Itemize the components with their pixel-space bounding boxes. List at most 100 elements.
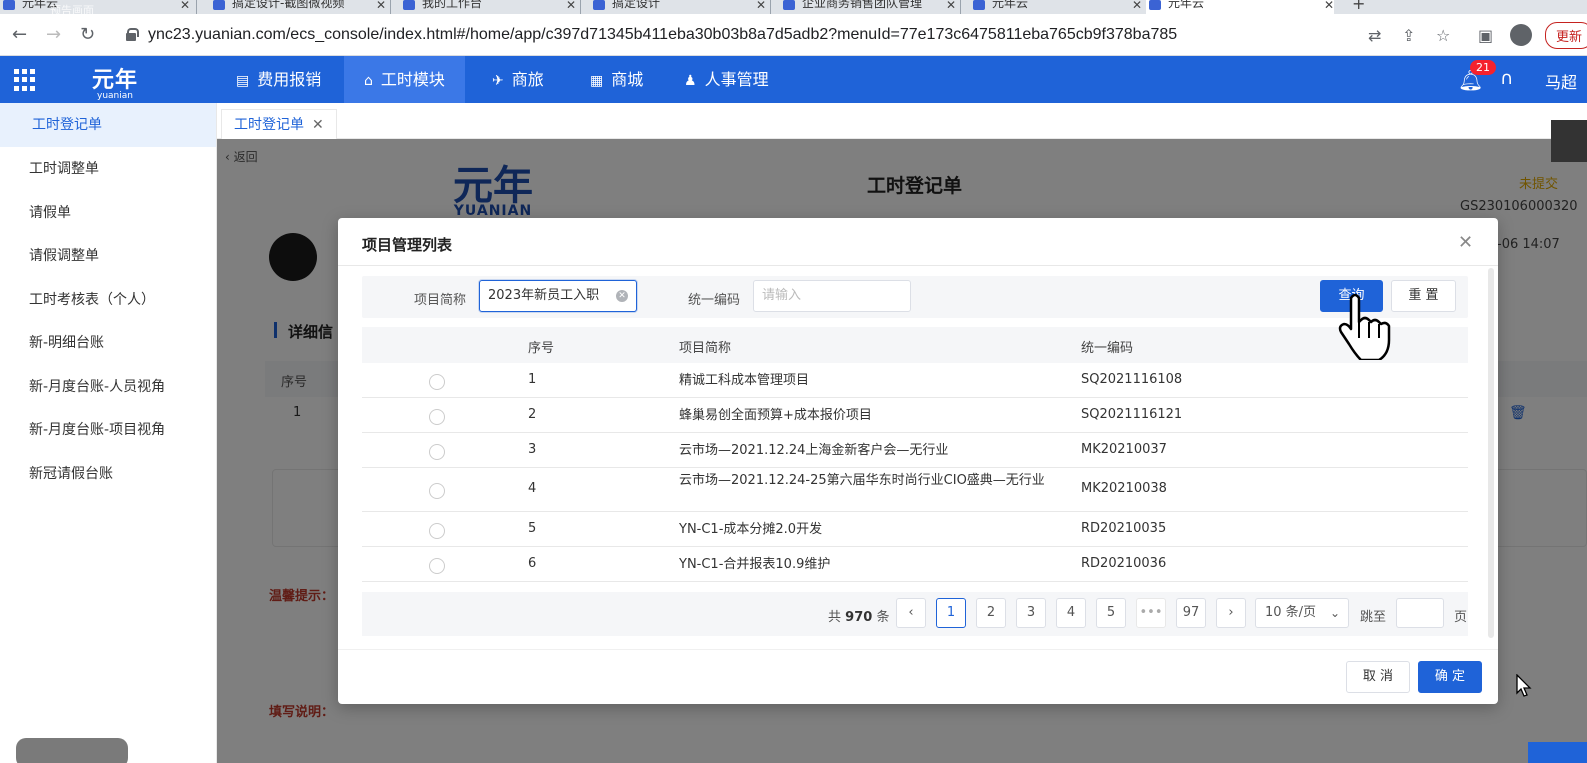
side-handle[interactable] [1551,120,1587,162]
update-button[interactable]: 更新 [1545,22,1587,49]
page-size-select[interactable]: 10 条/页 ⌄ [1255,598,1349,628]
table-row[interactable]: 3 云市场—2021.12.24上海金新客户会—无行业 MK20210037 [362,433,1468,468]
module-tab-hr[interactable]: ♟ 人事管理 [664,56,789,103]
pagination: 共 970 条 ‹ 1 2 3 4 5 ••• 97 › 10 条/页 ⌄ 跳至 … [362,592,1468,636]
sidebar-item-detail-ledger[interactable]: 新-明细台账 [0,321,216,365]
browser-tab[interactable]: 元年云 ✕ [970,0,1142,14]
table-row[interactable]: 4 云市场—2021.12.24-25第六届华东时尚行业CIO盛典—无行业 MK… [362,468,1468,512]
sidebar-item-leave[interactable]: 请假单 [0,191,216,235]
new-tab-icon[interactable]: + [1352,0,1365,13]
module-tab-timesheet[interactable]: ⌂ 工时模块 [344,56,465,103]
bookmark-star-icon[interactable]: ☆ [1436,26,1450,45]
translate-icon[interactable]: ⇄ [1368,26,1381,45]
jump-page-input[interactable] [1396,598,1444,628]
browser-tab[interactable]: 元年云 ✕ [0,0,190,14]
scrollbar[interactable] [1488,268,1494,638]
bottom-action[interactable] [1528,742,1587,763]
sidebar-item-covid-leave[interactable]: 新冠请假台账 [0,452,216,496]
headset-icon[interactable]: ∩ [1500,68,1513,89]
browser-tab[interactable]: 搞定设计 ✕ [590,0,766,14]
sidebar-item-monthly-person[interactable]: 新-月度台账-人员视角 [0,365,216,409]
browser-tab[interactable]: 我的工作台 ✕ [400,0,576,14]
favicon-icon [213,0,225,10]
close-icon[interactable]: ✕ [180,0,190,12]
unified-code-input[interactable]: 请输入 [753,280,911,312]
close-icon[interactable]: ✕ [566,0,576,12]
app-header: 元年 yuanian ▤ 费用报销 ⌂ 工时模块 ✈ 商旅 ▦ 商城 ♟ 人事管理 🔔︎ … [0,56,1587,103]
table-row[interactable]: 5 YN-C1-成本分摊2.0开发 RD20210035 [362,512,1468,547]
sidebar-item-leave-adjust[interactable]: 请假调整单 [0,234,216,278]
page-button[interactable]: 4 [1056,598,1086,628]
prev-page-icon[interactable]: ‹ [896,598,926,628]
next-page-icon[interactable]: › [1216,598,1246,628]
expense-icon: ▤ [236,73,250,89]
browser-tab[interactable]: 企业商务销售团队管理 ✕ [780,0,956,14]
back-arrow-icon[interactable]: ← [12,24,27,45]
col-header-code: 统一编码 [1081,341,1134,356]
forward-arrow-icon[interactable]: → [46,24,61,45]
floating-widget[interactable] [16,738,128,763]
divider [338,649,1498,650]
row-radio[interactable] [429,523,445,539]
project-name-input[interactable]: 2023年新员工入职 ✕ [479,280,637,312]
close-icon[interactable]: ✕ [376,0,386,12]
close-icon[interactable]: ✕ [1132,0,1142,12]
confirm-button[interactable]: 确 定 [1418,661,1482,693]
reload-icon[interactable]: ↻ [80,24,95,45]
dialog-title: 项目管理列表 [362,236,453,254]
col-header-name: 项目简称 [679,341,732,356]
row-radio[interactable] [429,409,445,425]
favicon-icon [3,0,15,10]
share-icon[interactable]: ⇪ [1402,26,1415,45]
clear-icon[interactable]: ✕ [616,290,628,302]
url-text[interactable]: ync23.yuanian.com/ecs_console/index.html… [148,26,1177,44]
notification-badge: 21 [1470,60,1496,75]
jump-suffix: 页 [1454,610,1468,625]
tab-timesheet-register[interactable]: 工时登记单 ✕ [221,109,337,139]
page-button[interactable]: 1 [936,598,966,628]
arrow-cursor-icon [1516,674,1532,697]
sidebar: 工时登记单 工时调整单 请假单 请假调整单 工时考核表（个人） 新-明细台账 新… [0,103,217,763]
row-radio[interactable] [429,483,445,499]
table-row[interactable]: 6 YN-C1-合并报表10.9维护 RD20210036 [362,547,1468,582]
timesheet-icon: ⌂ [364,73,373,89]
page-button[interactable]: 97 [1176,598,1206,628]
table-row[interactable]: 2 蜂巢易创全面预算+成本报价项目 SQ2021116121 [362,398,1468,433]
page-ellipsis[interactable]: ••• [1136,598,1166,628]
table-header: 序号 项目简称 统一编码 [362,327,1468,363]
module-tab-expense[interactable]: ▤ 费用报销 [216,56,341,103]
close-icon[interactable]: ✕ [1324,0,1334,12]
browser-tab[interactable]: 搞定设计-截图微视频 ✕ [210,0,386,14]
app-grid-icon[interactable] [14,69,36,91]
close-icon[interactable]: ✕ [756,0,766,12]
user-name[interactable]: 马超 [1545,69,1577,93]
module-tab-travel[interactable]: ✈ 商旅 [472,56,564,103]
sidebar-item-timesheet-review[interactable]: 工时考核表（个人） [0,278,216,322]
row-radio[interactable] [429,444,445,460]
row-radio[interactable] [429,558,445,574]
store-icon: ▦ [590,73,604,89]
project-list-dialog: 项目管理列表 ✕ 项目简称 2023年新员工入职 ✕ 统一编码 请输入 查询 重… [338,218,1498,704]
profile-avatar[interactable] [1510,24,1532,46]
page-button[interactable]: 3 [1016,598,1046,628]
sidepanel-icon[interactable]: ▣ [1478,26,1493,45]
sidebar-item-timesheet-adjust[interactable]: 工时调整单 [0,147,216,191]
chevron-down-icon: ⌄ [1329,606,1340,620]
row-radio[interactable] [429,374,445,390]
close-icon[interactable]: ✕ [1458,232,1473,253]
sidebar-item-timesheet-register[interactable]: 工时登记单 [0,103,216,147]
sidebar-item-monthly-project[interactable]: 新-月度台账-项目视角 [0,408,216,452]
close-icon[interactable]: ✕ [946,0,956,12]
close-icon[interactable]: ✕ [312,117,324,133]
reset-button[interactable]: 重 置 [1391,280,1456,312]
cancel-button[interactable]: 取 消 [1346,661,1410,693]
module-tab-store[interactable]: ▦ 商城 [570,56,663,103]
favicon-icon [403,0,415,10]
table-row[interactable]: 1 精诚工科成本管理项目 SQ2021116108 [362,363,1468,398]
page-button[interactable]: 2 [976,598,1006,628]
favicon-icon [973,0,985,10]
browser-tab-active[interactable]: 元年云 ✕ [1146,0,1334,14]
page-button[interactable]: 5 [1096,598,1126,628]
favicon-icon [593,0,605,10]
content-tab-row: 工时登记单 ✕ [217,103,1587,139]
